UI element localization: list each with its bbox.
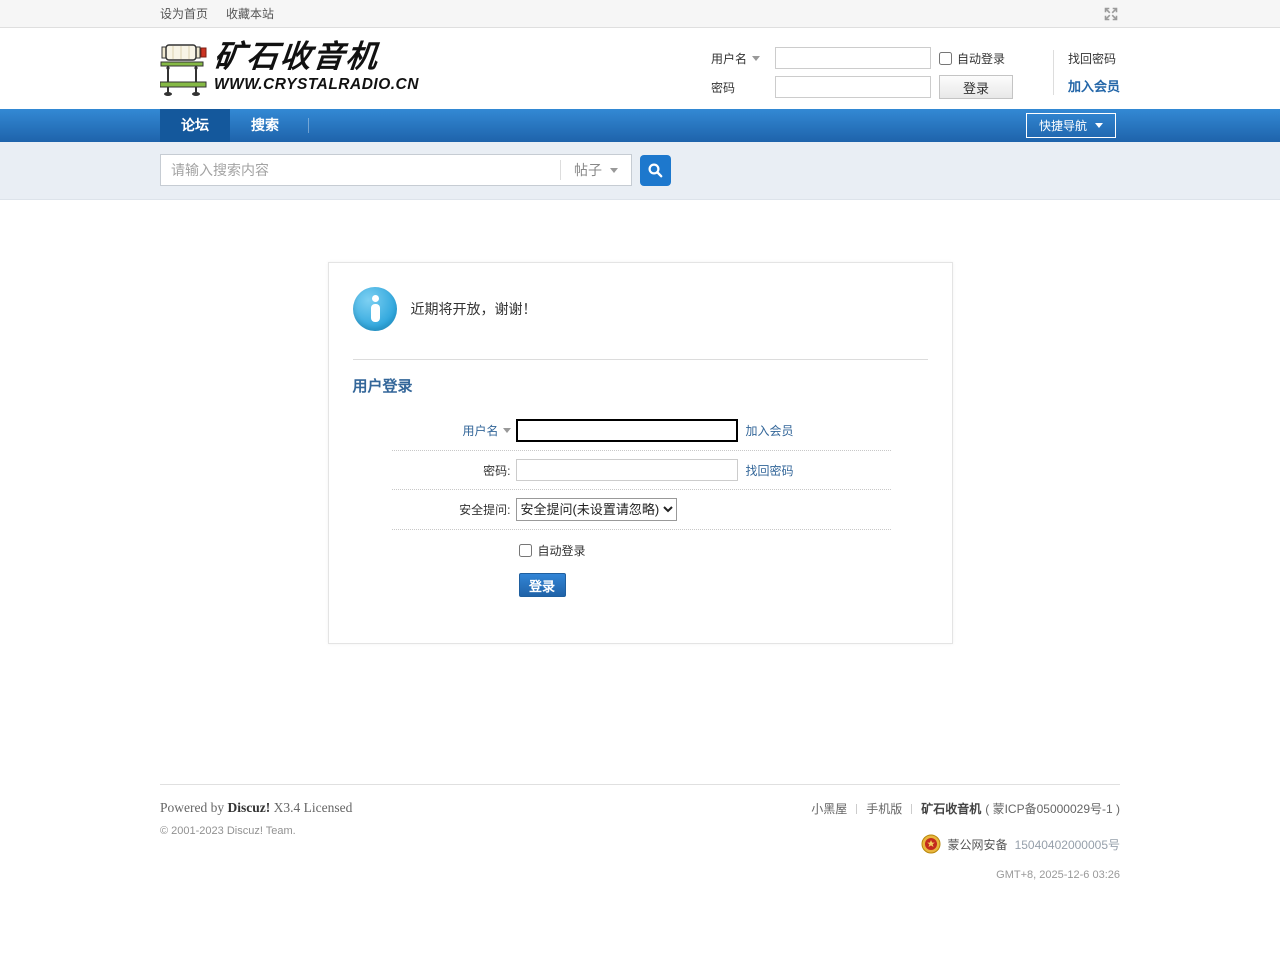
row-separator (392, 489, 891, 490)
tab-search[interactable]: 搜索 (230, 109, 300, 142)
timestamp-text: GMT+8, 2025-12-6 03:26 (811, 869, 1120, 881)
header-password-label: 密码 (711, 79, 775, 96)
search-category-select[interactable]: 帖子 (560, 160, 631, 180)
username-field-label[interactable]: 用户名 (353, 422, 516, 439)
login-panel: 近期将开放，谢谢！ 用户登录 用户名 加入会员 密码: 找回密码 (328, 262, 953, 644)
site-title: 矿石收音机 (212, 42, 420, 73)
site-url-text: WWW.CRYSTALRADIO.CN (214, 77, 419, 93)
widescreen-toggle-icon[interactable] (1102, 5, 1120, 23)
darkroom-link[interactable]: 小黑屋 (811, 800, 847, 817)
footer-site-name-link[interactable]: 矿石收音机 (921, 800, 981, 817)
info-icon (353, 287, 397, 331)
find-password-side-link[interactable]: 找回密码 (746, 462, 794, 479)
panel-divider (353, 359, 928, 360)
row-separator (392, 529, 891, 530)
search-box: 帖子 (160, 154, 632, 186)
licensed-link[interactable]: Licensed (304, 800, 353, 815)
notice-message: 近期将开放，谢谢！ (411, 299, 537, 319)
police-badge-icon (921, 834, 941, 854)
autologin-checkbox[interactable] (519, 544, 532, 557)
main-navbar: 论坛 搜索 快捷导航 (0, 109, 1280, 142)
login-form: 用户名 加入会员 密码: 找回密码 安全提问: 安全提问( (353, 412, 928, 597)
header-login-button[interactable]: 登录 (939, 75, 1013, 99)
header-password-input[interactable] (775, 76, 931, 98)
security-badge-label: 蒙公网安备 (948, 836, 1008, 853)
header-username-input[interactable] (775, 47, 931, 69)
icp-number-text: ( 蒙ICP备05000029号-1 ) (985, 800, 1120, 817)
bookmark-site-link[interactable]: 收藏本站 (226, 5, 274, 22)
crystal-radio-logo-icon (160, 42, 208, 98)
header-autologin-checkbox[interactable] (939, 52, 952, 65)
autologin-row: 自动登录 (519, 531, 928, 561)
quicknav-dropdown-icon (1095, 123, 1103, 128)
search-category-dropdown-icon (610, 168, 618, 173)
mobile-version-link[interactable]: 手机版 (866, 800, 902, 817)
notice-row: 近期将开放，谢谢！ (353, 285, 928, 331)
autologin-label: 自动登录 (538, 542, 586, 559)
footer: Powered by Discuz! X3.4 Licensed © 2001-… (0, 784, 1280, 881)
powered-by-line: Powered by Discuz! X3.4 Licensed (160, 800, 352, 816)
find-password-link[interactable]: 找回密码 (1068, 50, 1116, 67)
footer-links: 小黑屋 手机版 矿石收音机 ( 蒙ICP备05000029号-1 ) (811, 800, 1120, 817)
nav-divider (308, 118, 309, 133)
security-question-select[interactable]: 安全提问(未设置请忽略) (516, 498, 677, 521)
tab-forum[interactable]: 论坛 (160, 109, 230, 142)
login-panel-title: 用户登录 (353, 375, 928, 396)
username-field-dropdown-icon (503, 428, 511, 433)
discuz-brand-link[interactable]: Discuz! (228, 800, 271, 815)
site-header: 矿石收音机 WWW.CRYSTALRADIO.CN 用户名 自动登录 (0, 28, 1280, 109)
site-logo[interactable]: 矿石收音机 WWW.CRYSTALRADIO.CN (160, 42, 419, 98)
row-separator (392, 450, 891, 451)
security-badge-number: 15040402000005号 (1015, 836, 1120, 853)
set-homepage-link[interactable]: 设为首页 (160, 5, 208, 22)
join-member-side-link[interactable]: 加入会员 (746, 422, 794, 439)
footer-link-divider (856, 804, 857, 814)
security-question-label: 安全提问: (353, 501, 516, 518)
login-submit-button[interactable]: 登录 (519, 573, 566, 597)
header-autologin-label: 自动登录 (957, 50, 1005, 67)
top-utility-bar: 设为首页 收藏本站 (0, 0, 1280, 28)
footer-link-divider (911, 804, 912, 814)
quick-nav-button[interactable]: 快捷导航 (1026, 113, 1116, 138)
header-username-label[interactable]: 用户名 (711, 50, 775, 67)
main-content: 近期将开放，谢谢！ 用户登录 用户名 加入会员 密码: 找回密码 (0, 262, 1280, 724)
search-input[interactable] (161, 156, 560, 184)
join-member-link[interactable]: 加入会员 (1068, 76, 1120, 95)
username-dropdown-icon (752, 56, 760, 61)
password-input[interactable] (516, 459, 738, 481)
public-security-badge[interactable]: 蒙公网安备 15040402000005号 (811, 834, 1120, 854)
search-band: 帖子 (0, 142, 1280, 200)
header-login-form: 用户名 自动登录 密码 登录 (711, 46, 1120, 99)
copyright-text: © 2001-2023 Discuz! Team. (160, 825, 352, 837)
username-input[interactable] (516, 419, 738, 442)
search-button[interactable] (640, 155, 671, 186)
search-icon (647, 162, 664, 179)
password-field-label: 密码: (353, 462, 516, 479)
